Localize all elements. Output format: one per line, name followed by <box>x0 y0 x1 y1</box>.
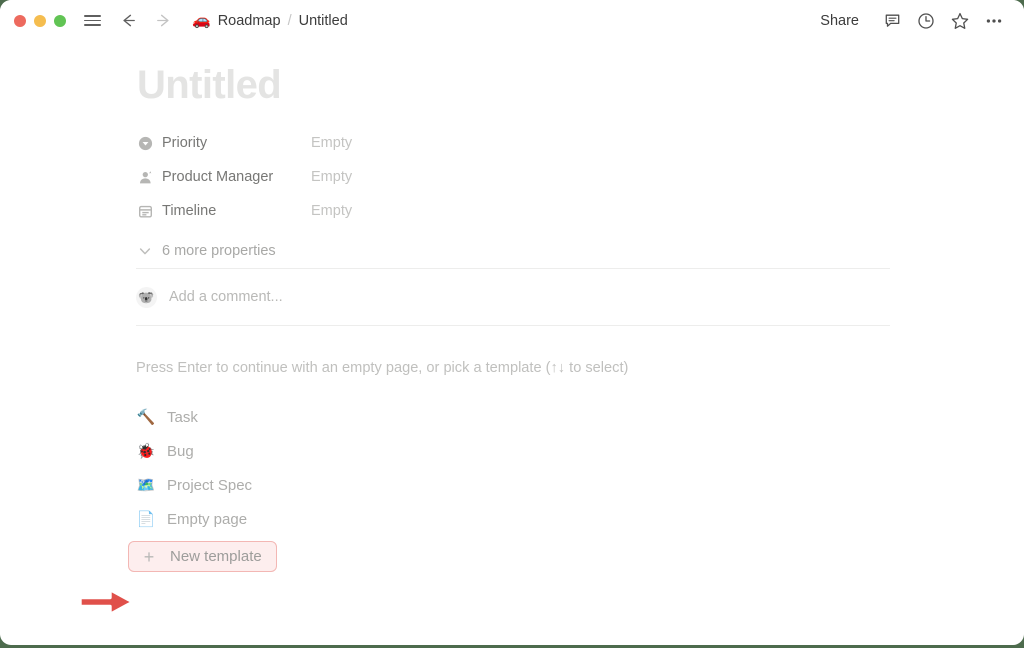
property-value[interactable]: Empty <box>311 169 352 185</box>
hammer-icon: 🔨 <box>136 408 156 426</box>
chevron-down-icon <box>136 242 154 260</box>
property-name: Product Manager <box>162 169 274 186</box>
template-item-bug[interactable]: 🐞 Bug <box>136 434 1024 468</box>
more-properties-toggle[interactable]: 6 more properties <box>136 234 1024 268</box>
person-icon <box>136 168 154 186</box>
app-window: 🚗 Roadmap / Untitled Share Untitled Prio… <box>0 0 1024 645</box>
template-item-label: Empty page <box>167 510 248 528</box>
close-button[interactable] <box>14 14 26 27</box>
property-label: Priority <box>136 134 311 152</box>
new-template-button[interactable]: + New template <box>128 541 277 573</box>
roadmap-emoji-icon: 🚗 <box>192 12 211 29</box>
new-template-label: New template <box>170 548 262 566</box>
window-controls <box>14 14 66 27</box>
template-item-project-spec[interactable]: 🗺️ Project Spec <box>136 468 1024 502</box>
ellipsis-icon[interactable] <box>977 6 1011 36</box>
minimize-button[interactable] <box>34 14 46 27</box>
property-list: Priority Empty Product Manager Empty Tim… <box>136 126 1024 268</box>
page-content: Untitled Priority Empty Product Manager … <box>0 41 1024 573</box>
beetle-icon: 🐞 <box>136 442 156 460</box>
arrow-right-icon[interactable] <box>154 11 173 30</box>
breadcrumb-item-page[interactable]: Untitled <box>299 13 348 29</box>
more-properties-label: 6 more properties <box>162 243 276 260</box>
select-chevron-icon <box>136 134 154 152</box>
template-picker: Press Enter to continue with an empty pa… <box>128 360 1024 573</box>
breadcrumb: 🚗 Roadmap / Untitled <box>192 13 348 29</box>
maximize-button[interactable] <box>54 14 66 27</box>
comment-placeholder[interactable]: Add a comment... <box>169 289 283 305</box>
property-row-timeline[interactable]: Timeline Empty <box>136 194 1024 228</box>
comment-icon[interactable] <box>875 6 909 36</box>
calendar-icon <box>136 202 154 220</box>
property-name: Priority <box>162 135 208 152</box>
property-row-priority[interactable]: Priority Empty <box>136 126 1024 160</box>
map-icon: 🗺️ <box>136 476 156 494</box>
property-label: Timeline <box>136 202 311 220</box>
template-item-label: Bug <box>167 442 194 460</box>
template-item-empty-page[interactable]: 📄 Empty page <box>136 502 1024 536</box>
page-title[interactable]: Untitled <box>136 62 1024 109</box>
property-label: Product Manager <box>136 168 311 186</box>
breadcrumb-item-roadmap[interactable]: Roadmap <box>218 13 281 29</box>
star-icon[interactable] <box>943 6 977 36</box>
template-item-task[interactable]: 🔨 Task <box>136 400 1024 434</box>
plus-icon: + <box>143 546 155 567</box>
breadcrumb-separator: / <box>287 12 292 29</box>
arrow-left-icon[interactable] <box>119 11 138 30</box>
share-button[interactable]: Share <box>811 9 868 33</box>
property-row-product-manager[interactable]: Product Manager Empty <box>136 160 1024 194</box>
template-item-label: Task <box>167 408 198 426</box>
arrow-right-annotation <box>78 587 135 617</box>
avatar: 🐨 <box>136 286 157 308</box>
new-template-wrapper: + New template <box>128 541 1024 573</box>
divider-below-comment <box>136 325 890 327</box>
property-name: Timeline <box>162 203 217 220</box>
template-item-label: Project Spec <box>167 476 253 494</box>
clock-icon[interactable] <box>909 6 943 36</box>
page-icon: 📄 <box>136 510 156 528</box>
property-value[interactable]: Empty <box>311 203 352 219</box>
template-picker-hint: Press Enter to continue with an empty pa… <box>136 360 629 377</box>
add-comment-row[interactable]: 🐨 Add a comment... <box>136 269 1024 325</box>
property-value[interactable]: Empty <box>311 135 352 151</box>
titlebar-actions: Share <box>811 0 1011 41</box>
hamburger-icon[interactable] <box>83 12 101 30</box>
title-bar: 🚗 Roadmap / Untitled Share <box>0 0 1024 41</box>
